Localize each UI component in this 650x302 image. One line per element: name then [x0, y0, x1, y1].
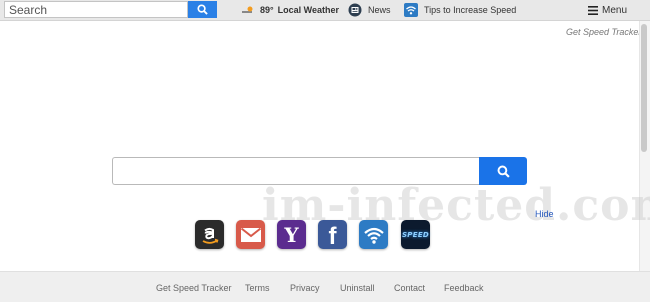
toolbar-search-button[interactable] — [188, 1, 217, 18]
news-label: News — [368, 5, 391, 15]
shortcut-wifi[interactable] — [359, 220, 388, 249]
weather-sun-icon — [242, 5, 254, 15]
main-search-input[interactable] — [112, 157, 479, 185]
search-icon — [497, 165, 510, 178]
footer-link-get-speed-tracker[interactable]: Get Speed Tracker — [156, 283, 232, 293]
top-toolbar: 89° Local Weather News Tips to Incre — [0, 0, 650, 21]
scrollbar-thumb[interactable] — [641, 24, 647, 152]
tips-link[interactable]: Tips to Increase Speed — [404, 3, 516, 17]
speed-icon: SPEED — [401, 230, 430, 239]
footer-link-uninstall[interactable]: Uninstall — [340, 283, 375, 293]
news-icon — [348, 3, 362, 17]
shortcut-facebook[interactable]: f — [318, 220, 347, 250]
footer-link-terms[interactable]: Terms — [245, 283, 270, 293]
menu-label: Menu — [602, 4, 628, 16]
weather-temperature: 89° — [260, 5, 274, 15]
hide-shortcuts-link[interactable]: Hide — [535, 209, 554, 219]
weather-widget[interactable]: 89° Local Weather — [242, 3, 339, 17]
wifi-icon — [404, 3, 418, 17]
brand-tagline: Get Speed Tracker — [566, 27, 642, 37]
main-search-button[interactable] — [479, 157, 527, 185]
footer-link-feedback[interactable]: Feedback — [444, 283, 484, 293]
shortcut-amazon[interactable] — [195, 220, 224, 249]
news-link[interactable]: News — [348, 3, 391, 17]
footer: Get Speed Tracker Terms Privacy Uninstal… — [0, 271, 650, 302]
shortcut-speed[interactable]: SPEED — [401, 220, 430, 249]
wifi-icon — [363, 227, 384, 244]
weather-label: Local Weather — [277, 5, 339, 15]
facebook-icon: f — [328, 223, 337, 250]
shortcut-gmail[interactable] — [236, 220, 265, 249]
hamburger-icon — [588, 5, 598, 15]
search-icon — [197, 4, 208, 15]
footer-link-privacy[interactable]: Privacy — [290, 283, 320, 293]
yahoo-icon: Y — [284, 222, 299, 247]
amazon-icon — [202, 227, 218, 244]
toolbar-search-input[interactable] — [4, 1, 188, 18]
footer-link-contact[interactable]: Contact — [394, 283, 425, 293]
shortcut-yahoo[interactable]: Y — [277, 220, 306, 249]
mail-icon — [240, 227, 261, 242]
tips-label: Tips to Increase Speed — [424, 5, 517, 15]
menu-button[interactable]: Menu — [588, 3, 627, 17]
